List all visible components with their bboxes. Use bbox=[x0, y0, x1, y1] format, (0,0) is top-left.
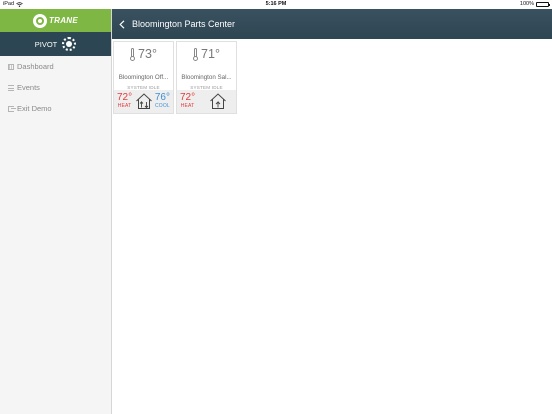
thermostat-card[interactable]: 73° Bloomington Off... SYSTEM IDLE 72° H… bbox=[113, 41, 174, 114]
current-temperature: 71° bbox=[177, 47, 236, 61]
sidebar-item-dashboard[interactable]: Dashboard bbox=[0, 56, 111, 77]
cool-setpoint-label: COOL bbox=[154, 103, 170, 109]
page-title: Bloomington Parts Center bbox=[132, 19, 236, 29]
list-icon bbox=[8, 84, 14, 91]
exit-icon bbox=[8, 105, 16, 112]
top-header: Bloomington Parts Center bbox=[112, 9, 552, 39]
sidebar-item-label: Events bbox=[17, 83, 40, 92]
status-bar: iPad 5:16 PM 100% bbox=[0, 0, 552, 9]
heat-setpoint-value: 72° bbox=[180, 92, 196, 103]
setpoint-panel: 72° HEAT 76° COOL bbox=[114, 90, 173, 113]
sidebar-item-label: Dashboard bbox=[17, 62, 54, 71]
thermometer-icon bbox=[130, 47, 136, 61]
thermostat-name: Bloomington Off... bbox=[118, 74, 169, 81]
brand-bar: TRANE bbox=[0, 9, 111, 32]
main-content: 73° Bloomington Off... SYSTEM IDLE 72° H… bbox=[112, 39, 552, 414]
temperature-value: 71° bbox=[201, 47, 220, 61]
sidebar: TRANE PIVOT Dashboard Events Exit Demo bbox=[0, 9, 112, 414]
thermostat-grid: 73° Bloomington Off... SYSTEM IDLE 72° H… bbox=[113, 41, 237, 114]
sidebar-item-exit-demo[interactable]: Exit Demo bbox=[0, 98, 111, 119]
battery-percent: 100% bbox=[519, 1, 534, 7]
temperature-value: 73° bbox=[138, 47, 157, 61]
product-bar[interactable]: PIVOT bbox=[0, 32, 111, 56]
battery-icon bbox=[536, 1, 550, 7]
heat-setpoint-label: HEAT bbox=[117, 103, 132, 109]
product-name: PIVOT bbox=[34, 39, 58, 49]
setpoint-panel: 72° HEAT bbox=[177, 90, 236, 113]
sidebar-item-events[interactable]: Events bbox=[0, 77, 111, 98]
back-button[interactable] bbox=[112, 9, 132, 39]
thermostat-card[interactable]: 71° Bloomington Sal... SYSTEM IDLE 72° H… bbox=[176, 41, 237, 114]
trane-logo-icon bbox=[32, 13, 47, 28]
thermostat-name: Bloomington Sal... bbox=[181, 74, 232, 81]
heat-setpoint-label: HEAT bbox=[180, 103, 195, 109]
status-right: 100% bbox=[519, 1, 550, 7]
gear-icon[interactable] bbox=[62, 37, 77, 51]
cool-setpoint: 76° COOL bbox=[154, 92, 170, 110]
current-temperature: 73° bbox=[114, 47, 173, 61]
thermometer-icon bbox=[193, 47, 199, 61]
heat-setpoint: 72° HEAT bbox=[117, 92, 133, 110]
house-auto-icon bbox=[136, 93, 152, 109]
trane-logo: TRANE bbox=[32, 13, 79, 28]
heat-setpoint: 72° HEAT bbox=[180, 92, 196, 110]
heat-setpoint-value: 72° bbox=[117, 92, 133, 103]
sidebar-nav: Dashboard Events Exit Demo bbox=[0, 56, 111, 119]
house-heat-icon bbox=[210, 93, 226, 109]
sidebar-item-label: Exit Demo bbox=[17, 104, 52, 113]
chevron-left-icon bbox=[119, 19, 125, 29]
brand-name: TRANE bbox=[48, 16, 79, 25]
cool-setpoint-value: 76° bbox=[154, 92, 170, 103]
grid-icon bbox=[8, 63, 14, 70]
status-time: 5:16 PM bbox=[265, 1, 287, 7]
